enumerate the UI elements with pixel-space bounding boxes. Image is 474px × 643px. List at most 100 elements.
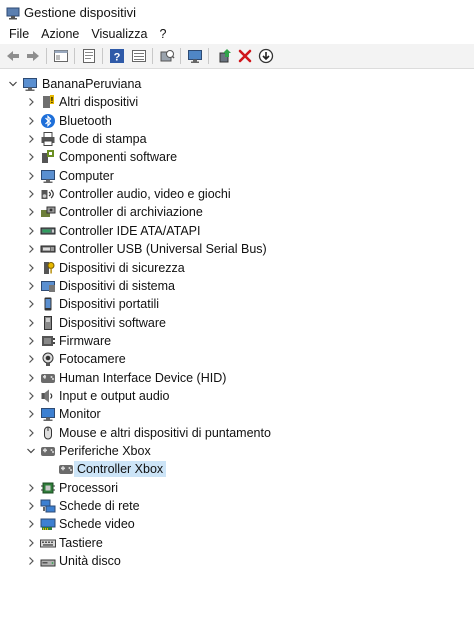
tree-item-firmware[interactable]: Firmware <box>0 332 474 350</box>
system-device-icon <box>41 280 55 292</box>
uninstall-icon[interactable] <box>236 47 254 65</box>
keyboard-icon <box>40 539 56 548</box>
tree-item-label: Dispositivi portatili <box>59 297 160 312</box>
tree-item-schede-video[interactable]: Schede video <box>0 515 474 533</box>
expand-chevron-icon[interactable] <box>24 130 38 148</box>
computer-icon <box>41 169 55 183</box>
tree-item-unita-disco[interactable]: Unità disco <box>0 552 474 570</box>
tree-item-label: Input e output audio <box>59 389 170 403</box>
portable-device-icon <box>44 297 52 311</box>
tree-item-bluetooth[interactable]: Bluetooth <box>0 112 474 130</box>
expand-chevron-icon[interactable] <box>24 112 38 130</box>
expand-chevron-icon[interactable] <box>24 332 38 350</box>
menu-view[interactable]: Visualizza <box>85 25 153 44</box>
printer-icon <box>41 132 55 147</box>
usb-icon <box>40 245 56 253</box>
title-bar: Gestione dispositivi <box>0 0 474 25</box>
view-icon[interactable] <box>52 47 70 65</box>
menu-action[interactable]: Azione <box>35 25 85 44</box>
tree-item-componenti-software[interactable]: Componenti software <box>0 148 474 166</box>
expand-chevron-icon[interactable] <box>24 369 38 387</box>
expand-chevron-icon[interactable] <box>24 167 38 185</box>
ide-icon <box>40 227 56 235</box>
update-driver-icon[interactable] <box>216 47 234 65</box>
tree-item-dispositivi-di-sicurezza[interactable]: Dispositivi di sicurezza <box>0 259 474 277</box>
tree-item-label: Dispositivi di sistema <box>59 278 176 293</box>
expand-chevron-icon[interactable] <box>24 148 38 166</box>
tree-item-dispositivi-software[interactable]: Dispositivi software <box>0 314 474 332</box>
expand-chevron-icon[interactable] <box>24 497 38 515</box>
tree-item-label: Controller di archiviazione <box>59 205 203 220</box>
details-icon[interactable] <box>130 47 148 65</box>
expand-chevron-icon[interactable] <box>24 424 38 442</box>
expand-chevron-icon[interactable] <box>24 203 38 221</box>
tree-item-label: Fotocamere <box>59 352 126 367</box>
xbox-peripheral-icon <box>41 447 55 456</box>
mouse-icon <box>44 426 52 440</box>
hid-icon <box>41 373 55 383</box>
tree-item-label: Human Interface Device (HID) <box>59 370 227 385</box>
expand-chevron-icon[interactable] <box>24 259 38 277</box>
menu-help[interactable]: ? <box>153 25 172 44</box>
tree-item-mouse-e-altri-dispositivi-di-puntamento[interactable]: Mouse e altri dispositivi di puntamento <box>0 424 474 442</box>
expand-chevron-icon[interactable] <box>24 185 38 203</box>
toolbar-separator <box>208 48 209 64</box>
tree-item-dispositivi-portatili[interactable]: Dispositivi portatili <box>0 295 474 313</box>
tree-item-controller-audio-video-e-giochi[interactable]: Controller audio, video e giochi <box>0 185 474 203</box>
tree-item-code-di-stampa[interactable]: Code di stampa <box>0 130 474 148</box>
tree-item-tastiere[interactable]: Tastiere <box>0 534 474 552</box>
tree-item-controller-di-archiviazione[interactable]: Controller di archiviazione <box>0 203 474 221</box>
tree-item-label: Tastiere <box>59 535 103 550</box>
disk-drive-icon <box>40 559 56 567</box>
back-icon[interactable] <box>4 47 22 65</box>
storage-controller-icon <box>41 206 56 218</box>
tree-item-controller-xbox[interactable]: Controller Xbox <box>0 460 474 478</box>
tree-item-periferiche-xbox[interactable]: Periferiche Xbox <box>0 442 474 460</box>
help-icon[interactable]: ? <box>108 47 126 65</box>
network-adapter-icon <box>40 499 56 513</box>
expand-chevron-icon[interactable] <box>24 387 38 405</box>
forward-icon[interactable] <box>24 47 42 65</box>
tree-item-input-e-output-audio[interactable]: Input e output audio <box>0 387 474 405</box>
collapse-chevron-icon[interactable] <box>6 75 20 93</box>
tree-item-monitor[interactable]: Monitor <box>0 405 474 423</box>
expand-chevron-icon[interactable] <box>24 240 38 258</box>
tree-item-label: Componenti software <box>59 150 178 165</box>
expand-chevron-icon[interactable] <box>24 314 38 332</box>
tree-item-label: Dispositivi software <box>59 315 166 330</box>
expand-chevron-icon[interactable] <box>24 277 38 295</box>
expand-chevron-icon[interactable] <box>24 515 38 533</box>
download-icon[interactable] <box>257 47 275 65</box>
expand-chevron-icon[interactable] <box>24 534 38 552</box>
tree-item-schede-di-rete[interactable]: Schede di rete <box>0 497 474 515</box>
tree-item-dispositivi-di-sistema[interactable]: Dispositivi di sistema <box>0 277 474 295</box>
expand-chevron-icon[interactable] <box>24 350 38 368</box>
properties-icon[interactable] <box>80 47 98 65</box>
expand-chevron-icon[interactable] <box>24 479 38 497</box>
tree-item-human-interface-device-hid[interactable]: Human Interface Device (HID) <box>0 369 474 387</box>
tree-root[interactable]: BananaPeruviana <box>0 75 474 93</box>
tree-item-computer[interactable]: Computer <box>0 167 474 185</box>
software-component-icon <box>42 150 54 164</box>
tree-item-label: Controller audio, video e giochi <box>59 187 231 202</box>
collapse-chevron-icon[interactable] <box>24 442 38 460</box>
monitor-icon <box>41 408 55 422</box>
display-adapter-icon <box>40 518 56 531</box>
monitor-icon[interactable] <box>186 47 204 65</box>
firmware-icon <box>42 335 55 346</box>
tree-item-altri-dispositivi[interactable]: ! Altri dispositivi <box>0 93 474 111</box>
menu-file[interactable]: File <box>0 25 35 44</box>
expand-chevron-icon[interactable] <box>24 552 38 570</box>
tree-item-controller-ide-ata-atapi[interactable]: Controller IDE ATA/ATAPI <box>0 222 474 240</box>
tree-item-processori[interactable]: Processori <box>0 479 474 497</box>
software-device-icon <box>44 315 52 330</box>
expand-chevron-icon[interactable] <box>24 222 38 240</box>
tree-item-controller-usb-universal-serial-bus[interactable]: Controller USB (Universal Serial Bus) <box>0 240 474 258</box>
scan-icon[interactable] <box>158 47 176 65</box>
tree-item-fotocamere[interactable]: Fotocamere <box>0 350 474 368</box>
expand-chevron-icon[interactable] <box>24 93 38 111</box>
expand-chevron-icon[interactable] <box>24 295 38 313</box>
expand-chevron-icon[interactable] <box>24 405 38 423</box>
window-title: Gestione dispositivi <box>24 5 136 20</box>
tree-root-label: BananaPeruviana <box>42 77 142 91</box>
